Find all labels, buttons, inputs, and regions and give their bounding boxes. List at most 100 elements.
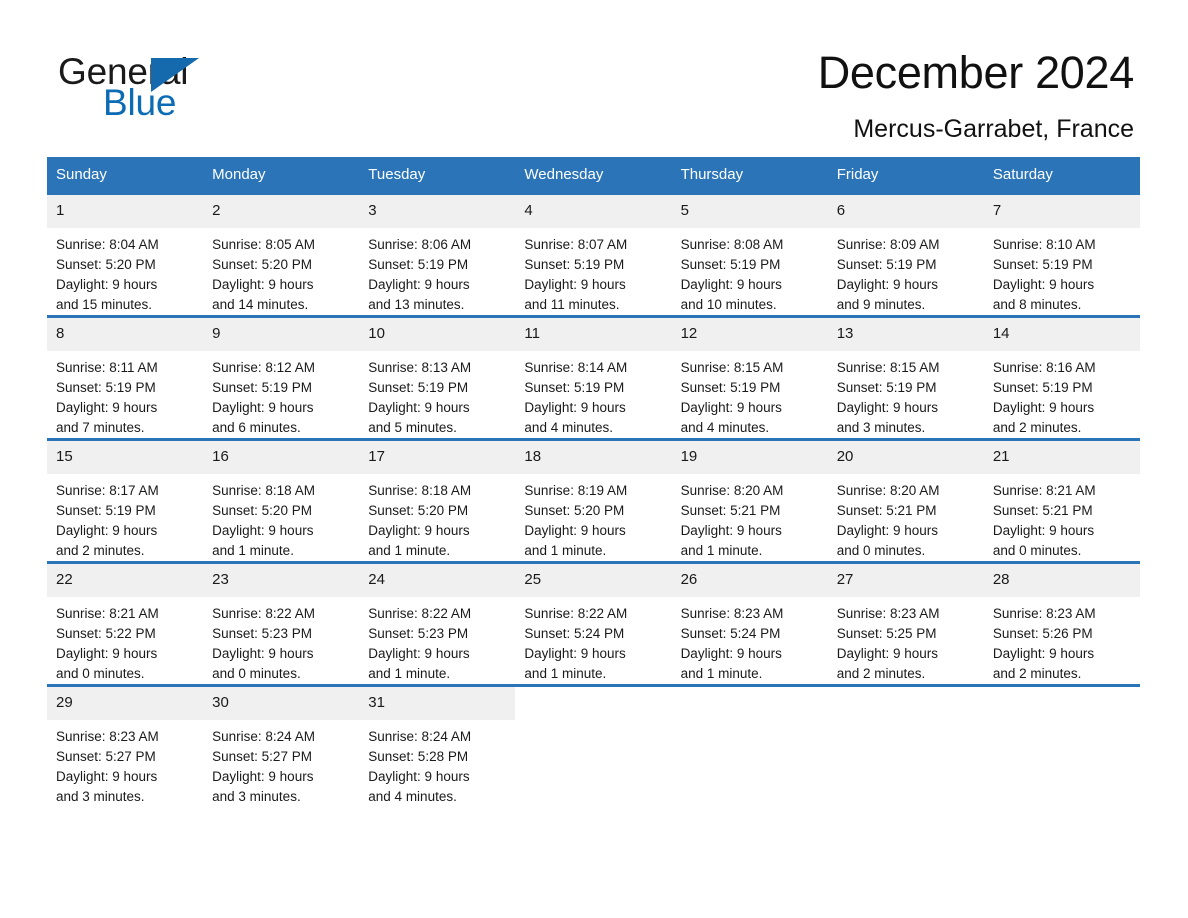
calendar-body: 1 Sunrise: 8:04 AM Sunset: 5:20 PM Dayli… xyxy=(47,192,1140,807)
daylight-line-1: Daylight: 9 hours xyxy=(56,523,158,538)
week-row: 29 Sunrise: 8:23 AM Sunset: 5:27 PM Dayl… xyxy=(47,684,1140,807)
day-cell[interactable]: 8 Sunrise: 8:11 AM Sunset: 5:19 PM Dayli… xyxy=(47,315,204,440)
day-cell[interactable]: 17 Sunrise: 8:18 AM Sunset: 5:20 PM Dayl… xyxy=(359,438,516,563)
day-cell[interactable]: 24 Sunrise: 8:22 AM Sunset: 5:23 PM Dayl… xyxy=(359,561,516,686)
daylight-line-1: Daylight: 9 hours xyxy=(56,646,158,661)
week-row: 22 Sunrise: 8:21 AM Sunset: 5:22 PM Dayl… xyxy=(47,561,1140,686)
week-row: 1 Sunrise: 8:04 AM Sunset: 5:20 PM Dayli… xyxy=(47,192,1140,317)
day-cell[interactable]: 27 Sunrise: 8:23 AM Sunset: 5:25 PM Dayl… xyxy=(827,561,984,686)
day-number: 29 xyxy=(47,687,204,720)
sunset-line: Sunset: 5:23 PM xyxy=(368,626,469,641)
daylight-line-2: and 3 minutes. xyxy=(56,789,145,804)
daylight-line-1: Daylight: 9 hours xyxy=(680,277,782,292)
day-cell[interactable]: 26 Sunrise: 8:23 AM Sunset: 5:24 PM Dayl… xyxy=(671,561,828,686)
daylight-line-1: Daylight: 9 hours xyxy=(212,646,314,661)
day-cell[interactable]: 12 Sunrise: 8:15 AM Sunset: 5:19 PM Dayl… xyxy=(671,315,828,440)
day-cell[interactable]: 21 Sunrise: 8:21 AM Sunset: 5:21 PM Dayl… xyxy=(983,438,1140,563)
day-cell[interactable]: 29 Sunrise: 8:23 AM Sunset: 5:27 PM Dayl… xyxy=(47,684,204,807)
sunrise-line: Sunrise: 8:19 AM xyxy=(524,483,628,498)
daylight-line-2: and 1 minute. xyxy=(368,543,451,558)
sunset-line: Sunset: 5:19 PM xyxy=(212,380,312,395)
daylight-line-2: and 0 minutes. xyxy=(992,543,1082,558)
day-number: 21 xyxy=(983,441,1140,474)
day-number: 11 xyxy=(515,318,672,351)
day-number: 14 xyxy=(983,318,1140,351)
sunrise-line: Sunrise: 8:07 AM xyxy=(524,237,628,252)
sunrise-line: Sunrise: 8:20 AM xyxy=(680,483,784,498)
day-cell[interactable]: 6 Sunrise: 8:09 AM Sunset: 5:19 PM Dayli… xyxy=(827,192,984,317)
day-cell[interactable]: 15 Sunrise: 8:17 AM Sunset: 5:19 PM Dayl… xyxy=(47,438,204,563)
sunset-line: Sunset: 5:19 PM xyxy=(992,380,1093,395)
daylight-line-2: and 1 minute. xyxy=(680,543,763,558)
sunrise-line: Sunrise: 8:18 AM xyxy=(212,483,315,498)
sunset-line: Sunset: 5:23 PM xyxy=(212,626,312,641)
day-cell-empty xyxy=(515,684,672,807)
day-number: 7 xyxy=(983,195,1140,228)
sunset-line: Sunset: 5:20 PM xyxy=(368,503,469,518)
sunrise-line: Sunrise: 8:22 AM xyxy=(524,606,628,621)
sunrise-line: Sunrise: 8:08 AM xyxy=(680,237,784,252)
weekday-header-wednesday: Wednesday xyxy=(515,157,672,194)
day-details: Sunrise: 8:18 AM Sunset: 5:20 PM Dayligh… xyxy=(359,474,515,561)
day-number: 19 xyxy=(671,441,828,474)
day-cell[interactable]: 7 Sunrise: 8:10 AM Sunset: 5:19 PM Dayli… xyxy=(983,192,1140,317)
weekday-header-monday: Monday xyxy=(203,157,360,194)
sunset-line: Sunset: 5:19 PM xyxy=(836,257,937,272)
day-cell[interactable]: 18 Sunrise: 8:19 AM Sunset: 5:20 PM Dayl… xyxy=(515,438,672,563)
day-number: 5 xyxy=(671,195,828,228)
day-cell[interactable]: 25 Sunrise: 8:22 AM Sunset: 5:24 PM Dayl… xyxy=(515,561,672,686)
sunrise-line: Sunrise: 8:24 AM xyxy=(212,729,315,744)
day-number: 10 xyxy=(359,318,516,351)
sunset-line: Sunset: 5:27 PM xyxy=(212,749,312,764)
daylight-line-2: and 0 minutes. xyxy=(836,543,926,558)
day-cell[interactable]: 16 Sunrise: 8:18 AM Sunset: 5:20 PM Dayl… xyxy=(203,438,360,563)
day-cell[interactable]: 23 Sunrise: 8:22 AM Sunset: 5:23 PM Dayl… xyxy=(203,561,360,686)
sunrise-line: Sunrise: 8:15 AM xyxy=(836,360,940,375)
daylight-line-2: and 0 minutes. xyxy=(212,666,301,681)
day-cell[interactable]: 10 Sunrise: 8:13 AM Sunset: 5:19 PM Dayl… xyxy=(359,315,516,440)
daylight-line-2: and 4 minutes. xyxy=(680,420,770,435)
daylight-line-2: and 15 minutes. xyxy=(56,297,153,312)
sunset-line: Sunset: 5:26 PM xyxy=(992,626,1093,641)
day-number: 23 xyxy=(203,564,360,597)
day-number: 15 xyxy=(47,441,204,474)
sunset-line: Sunset: 5:19 PM xyxy=(680,257,781,272)
daylight-line-2: and 3 minutes. xyxy=(212,789,301,804)
daylight-line-1: Daylight: 9 hours xyxy=(680,646,782,661)
day-cell[interactable]: 3 Sunrise: 8:06 AM Sunset: 5:19 PM Dayli… xyxy=(359,192,516,317)
daylight-line-1: Daylight: 9 hours xyxy=(368,769,470,784)
sunset-line: Sunset: 5:20 PM xyxy=(524,503,625,518)
day-number: 27 xyxy=(827,564,984,597)
day-cell[interactable]: 2 Sunrise: 8:05 AM Sunset: 5:20 PM Dayli… xyxy=(203,192,360,317)
day-cell[interactable]: 31 Sunrise: 8:24 AM Sunset: 5:28 PM Dayl… xyxy=(359,684,516,807)
daylight-line-2: and 1 minute. xyxy=(368,666,451,681)
daylight-line-1: Daylight: 9 hours xyxy=(992,646,1095,661)
week-row: 15 Sunrise: 8:17 AM Sunset: 5:19 PM Dayl… xyxy=(47,438,1140,563)
day-cell[interactable]: 13 Sunrise: 8:15 AM Sunset: 5:19 PM Dayl… xyxy=(827,315,984,440)
day-cell[interactable]: 5 Sunrise: 8:08 AM Sunset: 5:19 PM Dayli… xyxy=(671,192,828,317)
day-cell[interactable]: 22 Sunrise: 8:21 AM Sunset: 5:22 PM Dayl… xyxy=(47,561,204,686)
day-cell[interactable]: 19 Sunrise: 8:20 AM Sunset: 5:21 PM Dayl… xyxy=(671,438,828,563)
day-cell[interactable]: 1 Sunrise: 8:04 AM Sunset: 5:20 PM Dayli… xyxy=(47,192,204,317)
day-cell[interactable]: 20 Sunrise: 8:20 AM Sunset: 5:21 PM Dayl… xyxy=(827,438,984,563)
day-cell[interactable]: 14 Sunrise: 8:16 AM Sunset: 5:19 PM Dayl… xyxy=(983,315,1140,440)
day-cell[interactable]: 9 Sunrise: 8:12 AM Sunset: 5:19 PM Dayli… xyxy=(203,315,360,440)
daylight-line-2: and 4 minutes. xyxy=(524,420,613,435)
day-cell[interactable]: 4 Sunrise: 8:07 AM Sunset: 5:19 PM Dayli… xyxy=(515,192,672,317)
day-number: 26 xyxy=(671,564,828,597)
sunset-line: Sunset: 5:19 PM xyxy=(368,257,469,272)
sunset-line: Sunset: 5:19 PM xyxy=(368,380,469,395)
day-number: 3 xyxy=(359,195,516,228)
daylight-line-1: Daylight: 9 hours xyxy=(992,277,1095,292)
sunrise-line: Sunrise: 8:23 AM xyxy=(992,606,1096,621)
sunset-line: Sunset: 5:19 PM xyxy=(836,380,937,395)
sunrise-sunset-calendar: Sunday Monday Tuesday Wednesday Thursday… xyxy=(47,157,1140,807)
daylight-line-1: Daylight: 9 hours xyxy=(368,277,470,292)
day-cell[interactable]: 28 Sunrise: 8:23 AM Sunset: 5:26 PM Dayl… xyxy=(983,561,1140,686)
day-cell[interactable]: 11 Sunrise: 8:14 AM Sunset: 5:19 PM Dayl… xyxy=(515,315,672,440)
sunset-line: Sunset: 5:19 PM xyxy=(56,503,156,518)
day-cell[interactable]: 30 Sunrise: 8:24 AM Sunset: 5:27 PM Dayl… xyxy=(203,684,360,807)
daylight-line-1: Daylight: 9 hours xyxy=(368,646,470,661)
day-details: Sunrise: 8:20 AM Sunset: 5:21 PM Dayligh… xyxy=(672,474,828,561)
generalblue-logo[interactable]: General Blue xyxy=(58,52,378,134)
